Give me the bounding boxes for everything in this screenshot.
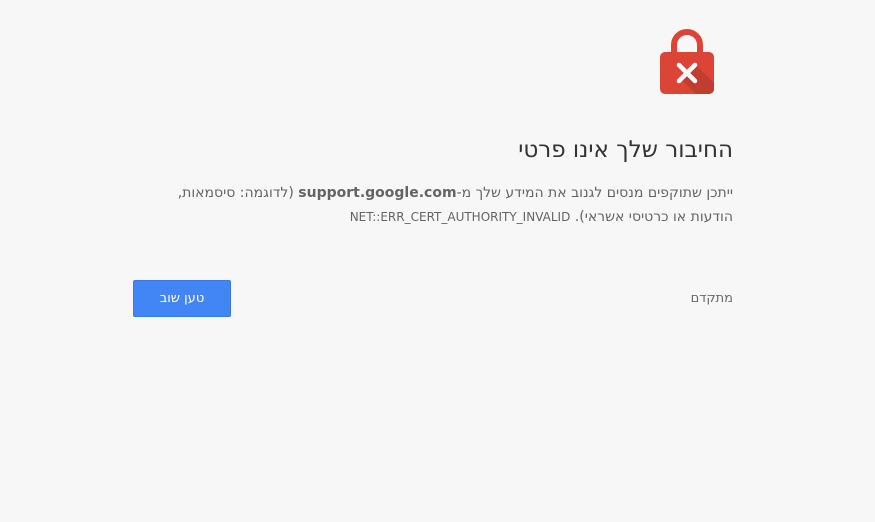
site-host: support.google.com — [298, 185, 457, 201]
interstitial-page: החיבור שלך אינו פרטי ייתכן שתוקפים מנסים… — [133, 0, 733, 522]
lock-error-icon — [660, 29, 714, 94]
page-title: החיבור שלך אינו פרטי — [518, 137, 733, 163]
description-prefix: ייתכן שתוקפים מנסים לגנוב את המידע שלך מ… — [456, 185, 733, 201]
description-line-1: ייתכן שתוקפים מנסים לגנוב את המידע שלך מ… — [133, 181, 733, 205]
description-line-2: הודעות או כרטיסי אשראי). NET::ERR_CERT_A… — [133, 205, 733, 229]
reload-button[interactable]: טען שוב — [133, 280, 231, 317]
description-suffix: (לדוגמה: סיסמאות, — [177, 185, 299, 201]
description-line-2-text: הודעות או כרטיסי אשראי). — [570, 209, 733, 225]
advanced-link[interactable]: מתקדם — [691, 289, 733, 309]
error-code: NET::ERR_CERT_AUTHORITY_INVALID — [349, 210, 571, 224]
error-description: ייתכן שתוקפים מנסים לגנוב את המידע שלך מ… — [133, 181, 733, 229]
